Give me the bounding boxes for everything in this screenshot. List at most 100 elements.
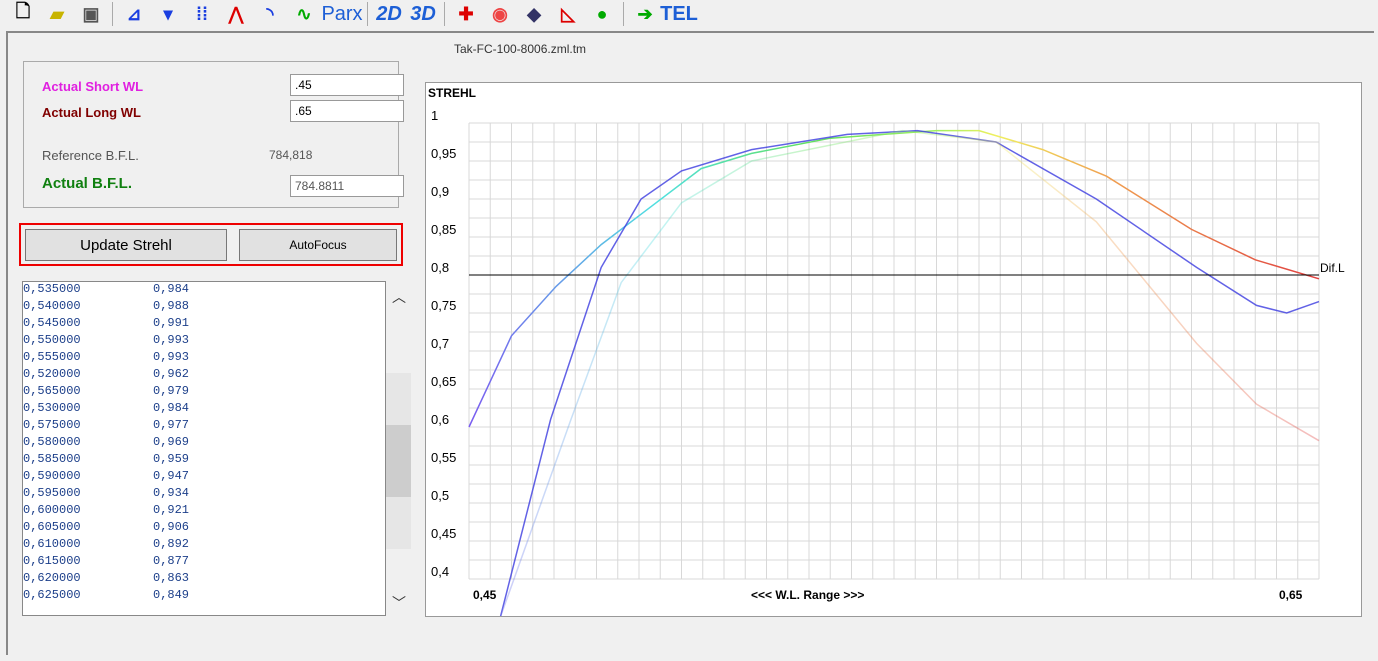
- wavelength-value: 0,615000: [23, 554, 81, 568]
- strehl-results-list[interactable]: 0,535000 0,984 0,540000 0,988 0,545000 0,991 0…: [22, 281, 386, 616]
- strehl-value: 0,962: [153, 367, 190, 381]
- spot-icon[interactable]: ▾: [153, 1, 183, 27]
- autofocus-button[interactable]: AutoFocus: [239, 229, 397, 261]
- strehl-value: 0,947: [153, 469, 190, 483]
- y-tick-label: 0,7: [431, 336, 449, 351]
- telescope-arrow-icon[interactable]: ➔: [630, 1, 660, 27]
- wavelength-value: 0,535000: [23, 282, 81, 296]
- new-file-icon[interactable]: 🗋: [8, 1, 38, 27]
- long-wl-label: Actual Long WL: [42, 105, 141, 120]
- strehl-value: 0,991: [153, 316, 190, 330]
- actual-bfl-input[interactable]: 784.8811: [290, 175, 404, 197]
- y-tick-label: 0,85: [431, 222, 456, 237]
- wavelength-value: 0,590000: [23, 469, 81, 483]
- reference-bfl-label: Reference B.F.L.: [42, 148, 139, 163]
- series-line-focus-b: [499, 129, 1320, 618]
- curve-icon[interactable]: ◝: [255, 1, 285, 27]
- save-icon[interactable]: ▣: [76, 1, 106, 27]
- strehl-value: 0,906: [153, 520, 190, 534]
- spot-matrix-icon[interactable]: ⁞⁞: [187, 1, 217, 27]
- list-item[interactable]: 0,545000 0,991: [23, 316, 385, 333]
- strehl-value: 0,921: [153, 503, 190, 517]
- y-tick-label: 0,6: [431, 412, 449, 427]
- y-axis-title: STREHL: [428, 86, 476, 100]
- list-item[interactable]: 0,585000 0,959: [23, 452, 385, 469]
- x-axis-title: <<< W.L. Range >>>: [751, 588, 864, 602]
- y-tick-label: 0,9: [431, 184, 449, 199]
- 2d-button[interactable]: 2D: [374, 1, 404, 27]
- psf-map-icon[interactable]: ◉: [485, 1, 515, 27]
- x-max-label: 0,65: [1279, 588, 1303, 602]
- list-item[interactable]: 0,565000 0,979: [23, 384, 385, 401]
- diffraction-limit-label: Dif.L: [1320, 261, 1345, 275]
- list-item[interactable]: 0,530000 0,984: [23, 401, 385, 418]
- list-item[interactable]: 0,580000 0,969: [23, 435, 385, 452]
- wavelength-value: 0,610000: [23, 537, 81, 551]
- ray-fan-icon[interactable]: ⋀: [221, 1, 251, 27]
- list-item[interactable]: 0,605000 0,906: [23, 520, 385, 537]
- strehl-value: 0,959: [153, 452, 190, 466]
- list-item[interactable]: 0,620000 0,863: [23, 571, 385, 588]
- tel-button[interactable]: TEL: [660, 1, 698, 27]
- layout-icon[interactable]: ⊿: [119, 1, 149, 27]
- y-tick-label: 0,45: [431, 526, 456, 541]
- wavelength-value: 0,555000: [23, 350, 81, 364]
- strehl-value: 0,892: [153, 537, 190, 551]
- strehl-value: 0,969: [153, 435, 190, 449]
- actual-bfl-label: Actual B.F.L.: [42, 175, 133, 192]
- series-line-focus-c: [499, 129, 1320, 618]
- list-scrollbar[interactable]: ︿ ﹀: [386, 281, 411, 614]
- list-item[interactable]: 0,615000 0,877: [23, 554, 385, 571]
- list-item[interactable]: 0,610000 0,892: [23, 537, 385, 554]
- short-wl-label: Actual Short WL: [42, 79, 144, 94]
- list-item[interactable]: 0,625000 0,849: [23, 588, 385, 605]
- y-tick-label: 0,8: [431, 260, 449, 275]
- wavelength-value: 0,625000: [23, 588, 81, 602]
- list-item[interactable]: 0,535000 0,984: [23, 282, 385, 299]
- list-item[interactable]: 0,595000 0,934: [23, 486, 385, 503]
- y-tick-label: 1: [431, 108, 438, 123]
- psf-3d-icon[interactable]: ◆: [519, 1, 549, 27]
- list-item[interactable]: 0,550000 0,993: [23, 333, 385, 350]
- open-folder-icon[interactable]: ▰: [42, 1, 72, 27]
- y-tick-label: 0,5: [431, 488, 449, 503]
- 3d-button[interactable]: 3D: [408, 1, 438, 27]
- y-tick-label: 0,4: [431, 564, 449, 579]
- wavelength-value: 0,605000: [23, 520, 81, 534]
- parx-button[interactable]: Parx: [321, 1, 362, 27]
- strehl-value: 0,979: [153, 384, 190, 398]
- strehl-value: 0,988: [153, 299, 190, 313]
- strehl-value: 0,984: [153, 282, 190, 296]
- list-item[interactable]: 0,520000 0,962: [23, 367, 385, 384]
- interferogram-icon[interactable]: ●: [587, 1, 617, 27]
- scroll-down-icon[interactable]: ﹀: [392, 593, 406, 613]
- strehl-value: 0,993: [153, 333, 190, 347]
- y-tick-label: 0,55: [431, 450, 456, 465]
- scroll-track[interactable]: [386, 373, 411, 549]
- y-tick-label: 0,65: [431, 374, 456, 389]
- update-strehl-button[interactable]: Update Strehl: [25, 229, 227, 261]
- strehl-value: 0,977: [153, 418, 190, 432]
- mtf-icon[interactable]: ◺: [553, 1, 583, 27]
- strehl-chart: 1 0,95 0,9 0,85 0,8 0,75 0,7 0,65 0,6 0,55 0,5 0,45…: [425, 82, 1362, 618]
- reference-bfl-value: 784,818: [269, 148, 313, 162]
- list-item[interactable]: 0,590000 0,947: [23, 469, 385, 486]
- list-item[interactable]: 0,575000 0,977: [23, 418, 385, 435]
- y-tick-label: 0,75: [431, 298, 456, 313]
- wavelength-value: 0,595000: [23, 486, 81, 500]
- wavelength-value: 0,575000: [23, 418, 81, 432]
- long-wl-input[interactable]: .65: [290, 100, 404, 122]
- list-item[interactable]: 0,600000 0,921: [23, 503, 385, 520]
- list-item[interactable]: 0,555000 0,993: [23, 350, 385, 367]
- short-wl-input[interactable]: .45: [290, 74, 404, 96]
- wavelength-value: 0,600000: [23, 503, 81, 517]
- wavelength-value: 0,580000: [23, 435, 81, 449]
- strehl-value: 0,877: [153, 554, 190, 568]
- aberration-icon[interactable]: ∿: [289, 1, 319, 27]
- scroll-thumb[interactable]: [386, 425, 411, 497]
- wavelength-value: 0,620000: [23, 571, 81, 585]
- scroll-up-icon[interactable]: ︿: [392, 287, 406, 307]
- wavelength-value: 0,585000: [23, 452, 81, 466]
- crosshair-icon[interactable]: ✚: [451, 1, 481, 27]
- list-item[interactable]: 0,540000 0,988: [23, 299, 385, 316]
